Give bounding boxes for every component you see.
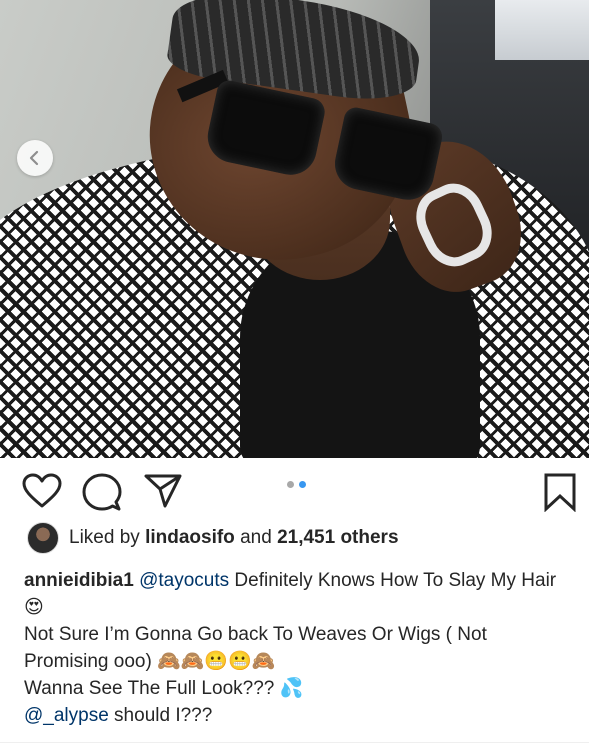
likes-row[interactable]: Liked by lindaosifo and 21,451 others <box>27 522 399 554</box>
monkey-grimace-emojis: 🙈🙈😬😬🙈 <box>157 650 276 672</box>
background-window <box>495 0 589 60</box>
caption-line1: Definitely Knows How To Slay My Hair <box>229 570 557 591</box>
carousel-prev-button[interactable] <box>17 140 53 176</box>
caption-mention-tayocuts[interactable]: @tayocuts <box>139 570 229 591</box>
liker-avatar[interactable] <box>27 522 59 554</box>
bookmark-icon[interactable] <box>543 472 577 512</box>
likes-connector: and <box>240 527 272 548</box>
caption-line3: Wanna See The Full Look??? <box>24 678 280 699</box>
carousel-dot <box>287 481 294 488</box>
comment-icon[interactable] <box>82 472 122 512</box>
heart-eyes-emoji: 😍 <box>24 596 44 618</box>
carousel-dot-active <box>299 481 306 488</box>
heart-icon[interactable] <box>22 473 62 509</box>
caption-line4: should I??? <box>108 705 213 726</box>
caption-mention-alypse[interactable]: @_alypse <box>24 705 109 726</box>
caption-username[interactable]: annieidibia1 <box>24 570 134 591</box>
post-caption: annieidibia1 @tayocuts Definitely Knows … <box>24 567 574 729</box>
direct-share-icon[interactable] <box>143 473 183 509</box>
liker-username[interactable]: lindaosifo <box>145 527 235 549</box>
likes-count[interactable]: 21,451 others <box>277 527 398 549</box>
post-photo[interactable] <box>0 0 589 458</box>
chevron-left-icon <box>29 150 39 166</box>
divider <box>0 742 589 743</box>
liked-by-prefix: Liked by <box>69 527 140 548</box>
carousel-indicator <box>287 481 306 488</box>
sweat-droplets-emoji: 💦 <box>279 677 304 699</box>
